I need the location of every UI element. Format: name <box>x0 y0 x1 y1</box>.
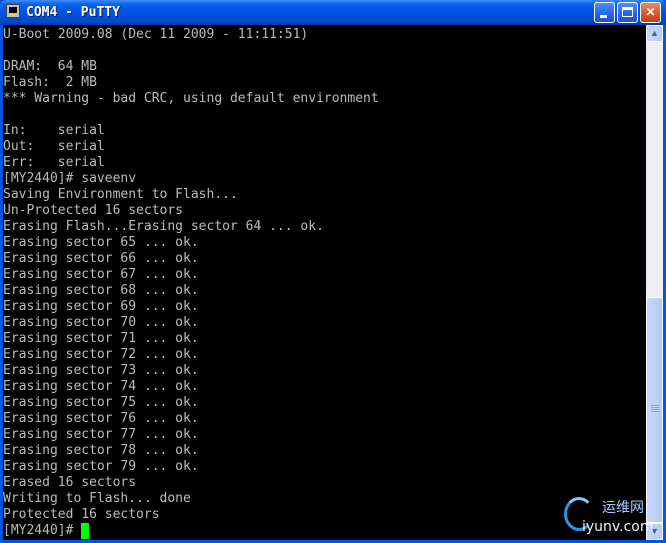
terminal-line: Flash: 2 MB <box>3 75 97 90</box>
terminal-line: Erased 16 sectors <box>3 475 137 490</box>
terminal-line: Erasing sector 65 ... ok. <box>3 235 199 250</box>
terminal-client-area: U-Boot 2009.08 (Dec 11 2009 - 11:11:51) D… <box>3 25 663 540</box>
terminal-line: Erasing sector 74 ... ok. <box>3 379 199 394</box>
terminal-line: Erasing sector 71 ... ok. <box>3 331 199 346</box>
terminal-line: Erasing sector 66 ... ok. <box>3 251 199 266</box>
scroll-thumb[interactable] <box>646 297 663 523</box>
terminal-line: In: serial <box>3 123 105 138</box>
shell-prompt: [MY2440]# <box>3 523 82 538</box>
grip-line <box>651 405 659 406</box>
terminal-line: [MY2440]# saveenv <box>3 171 137 186</box>
terminal-line: Saving Environment to Flash... <box>3 187 238 202</box>
grip-line <box>651 411 659 412</box>
window-title: COM4 - PuTTY <box>26 5 120 20</box>
putty-app-icon[interactable] <box>6 4 20 18</box>
terminal-output[interactable]: U-Boot 2009.08 (Dec 11 2009 - 11:11:51) D… <box>3 27 646 540</box>
putty-window: COM4 - PuTTY ✕ U-Boot 2009.08 (Dec 11 20… <box>0 0 666 543</box>
terminal-line: *** Warning - bad CRC, using default env… <box>3 91 379 106</box>
title-bar[interactable]: COM4 - PuTTY ✕ <box>0 0 666 25</box>
terminal-line: Erasing sector 78 ... ok. <box>3 443 199 458</box>
grip-line <box>651 409 659 410</box>
terminal-line: Erasing sector 77 ... ok. <box>3 427 199 442</box>
terminal-line: Erasing Flash...Erasing sector 64 ... ok… <box>3 219 324 234</box>
minimize-button[interactable] <box>594 2 615 23</box>
terminal-line: DRAM: 64 MB <box>3 59 97 74</box>
scroll-up-button[interactable]: ▲ <box>646 25 663 42</box>
grip-line <box>651 407 659 408</box>
terminal-line: Writing to Flash... done <box>3 491 191 506</box>
terminal-line: Un-Protected 16 sectors <box>3 203 184 218</box>
watermark-top-text: 运维网 <box>602 500 644 516</box>
terminal-line: U-Boot 2009.08 (Dec 11 2009 - 11:11:51) <box>3 27 309 42</box>
terminal-line: Erasing sector 79 ... ok. <box>3 459 199 474</box>
terminal-line: Erasing sector 73 ... ok. <box>3 363 199 378</box>
terminal-line: Erasing sector 75 ... ok. <box>3 395 199 410</box>
terminal-line: Protected 16 sectors <box>3 507 160 522</box>
maximize-icon <box>622 7 633 17</box>
minimize-icon <box>600 15 607 18</box>
text-cursor <box>81 523 90 539</box>
terminal-line: Err: serial <box>3 155 105 170</box>
arrow-up-icon: ▲ <box>650 28 659 38</box>
close-icon: ✕ <box>645 5 656 19</box>
terminal-line: Erasing sector 72 ... ok. <box>3 347 199 362</box>
watermark-logo: 运维网 iyunv.com <box>560 495 660 539</box>
terminal-line: Erasing sector 68 ... ok. <box>3 283 199 298</box>
terminal-line: Erasing sector 70 ... ok. <box>3 315 199 330</box>
terminal-line: Out: serial <box>3 139 105 154</box>
prompt-line: [MY2440]# <box>3 523 646 539</box>
watermark-site-text: iyunv.com <box>582 519 654 535</box>
close-button[interactable]: ✕ <box>640 2 661 23</box>
maximize-button[interactable] <box>617 2 638 23</box>
terminal-line: Erasing sector 76 ... ok. <box>3 411 199 426</box>
terminal-line: Erasing sector 67 ... ok. <box>3 267 199 282</box>
vertical-scrollbar[interactable]: ▲ ▼ <box>646 25 663 540</box>
terminal-line: Erasing sector 69 ... ok. <box>3 299 199 314</box>
